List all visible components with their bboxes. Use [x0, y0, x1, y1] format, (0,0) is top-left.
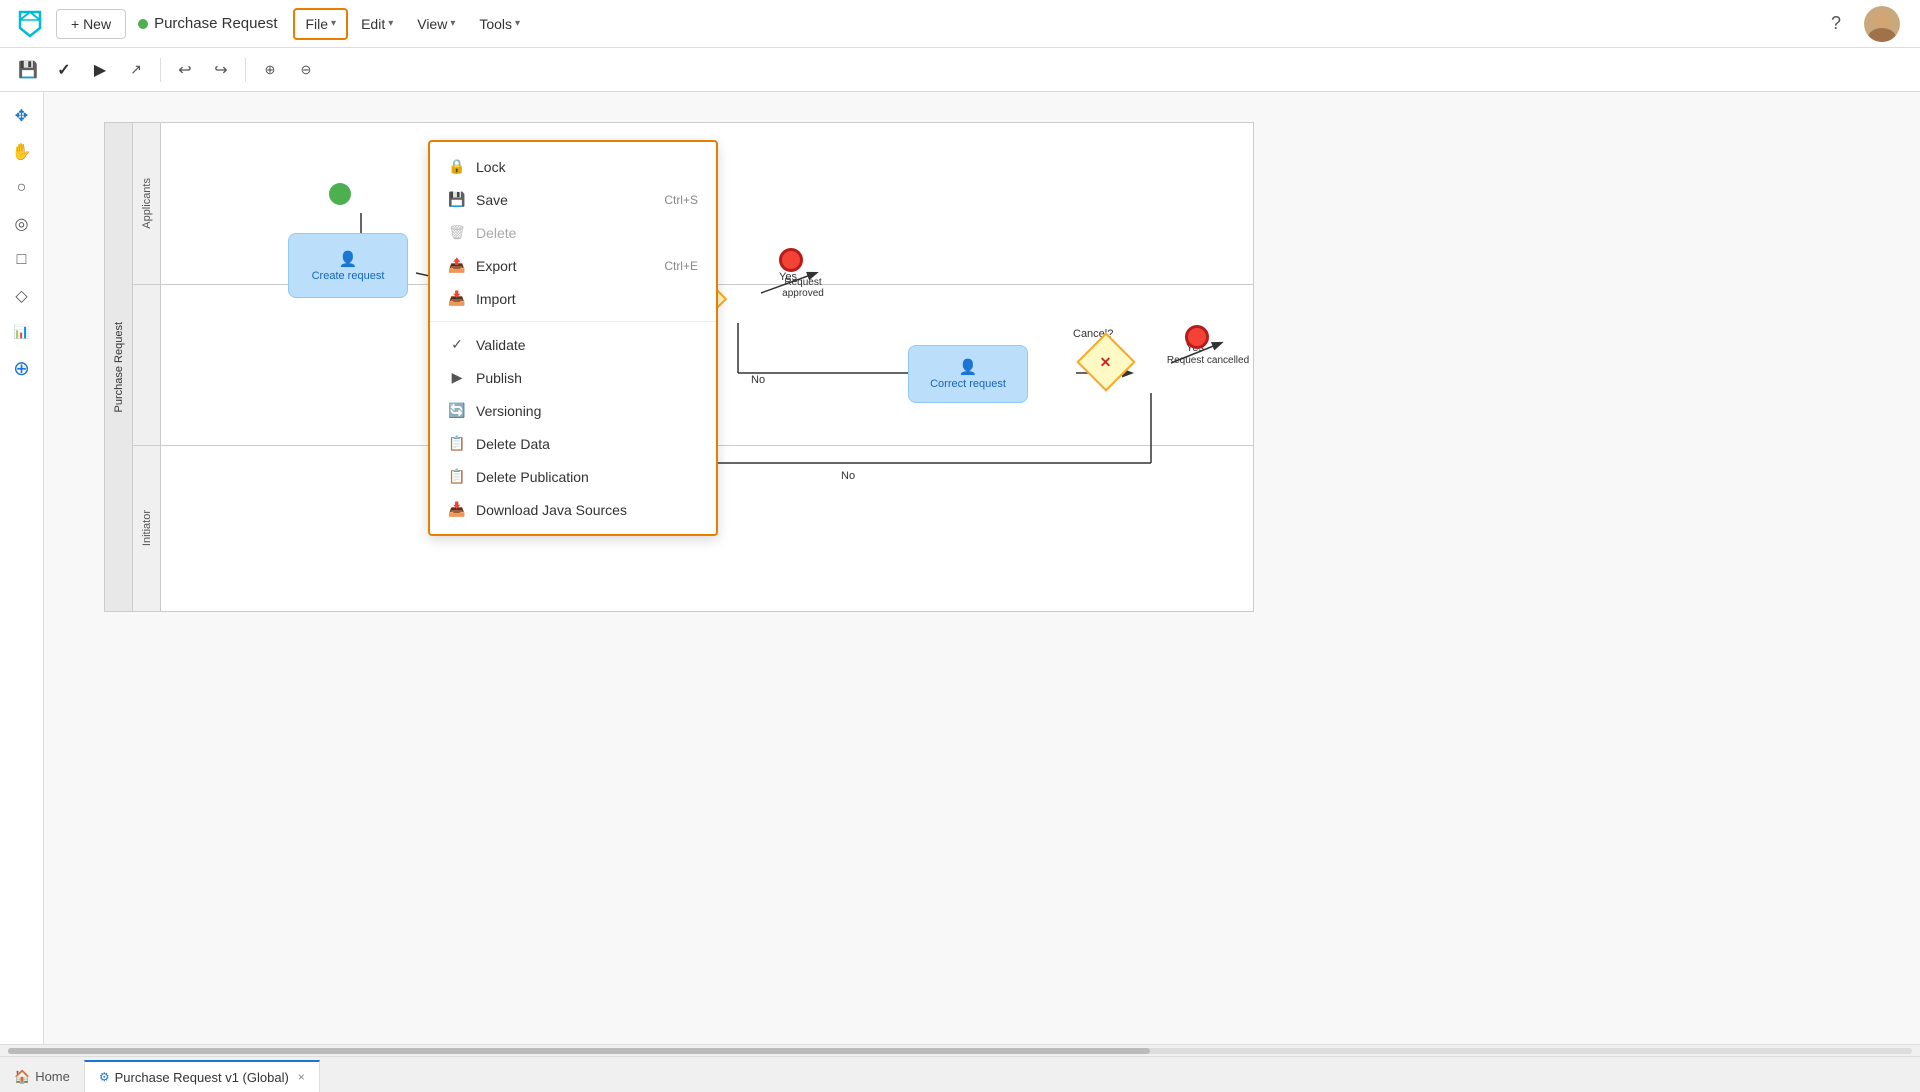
- document-title: Purchase Request: [138, 15, 277, 32]
- redo-button[interactable]: ↪: [205, 54, 237, 86]
- menu-separator-1: [430, 321, 716, 322]
- save-shortcut: Ctrl+S: [664, 193, 698, 207]
- chevron-down-icon: ▾: [388, 18, 393, 29]
- pool-label: Purchase Request: [113, 322, 125, 413]
- app-logo: [12, 6, 48, 42]
- main-area: ✥ ✋ ○ ◎ □ ◇ 📊 ⊕ Purchase Request: [0, 92, 1920, 1044]
- top-right-area: ?: [1820, 6, 1900, 42]
- lane-header-applicants: Applicants: [133, 123, 161, 284]
- left-panel: ✥ ✋ ○ ◎ □ ◇ 📊 ⊕: [0, 92, 44, 1044]
- export-icon: 📤: [448, 257, 466, 274]
- menu-item-export[interactable]: 📤 Export Ctrl+E: [430, 249, 716, 282]
- save-icon: 💾: [448, 191, 466, 208]
- task-correct-icon: 👤: [959, 358, 978, 376]
- menu-item-save[interactable]: 💾 Save Ctrl+S: [430, 183, 716, 216]
- menu-item-lock[interactable]: 🔒 Lock: [430, 150, 716, 183]
- versioning-icon: 🔄: [448, 402, 466, 419]
- menu-view[interactable]: View ▾: [406, 9, 466, 39]
- chevron-down-icon: ▾: [331, 18, 336, 29]
- tool-add[interactable]: ⊕: [6, 352, 38, 384]
- chevron-down-icon: ▾: [515, 18, 520, 29]
- top-bar: + New Purchase Request File ▾ Edit ▾ Vie…: [0, 0, 1920, 48]
- tab-close-button[interactable]: ×: [298, 1070, 305, 1084]
- delete-publication-icon: 📋: [448, 468, 466, 485]
- menu-item-delete-data[interactable]: 📋 Delete Data: [430, 427, 716, 460]
- tool-intermediate-event[interactable]: ◎: [6, 208, 38, 240]
- menu-item-versioning[interactable]: 🔄 Versioning: [430, 394, 716, 427]
- chevron-down-icon: ▾: [450, 18, 455, 29]
- scrollbar-area: [0, 1044, 1920, 1056]
- menu-bar: File ▾ Edit ▾ View ▾ Tools ▾: [293, 8, 531, 40]
- task-icon: 👤: [339, 250, 358, 268]
- task-create-request[interactable]: 👤 Create request: [288, 233, 408, 298]
- export-shortcut: Ctrl+E: [664, 259, 698, 273]
- menu-item-delete-publication[interactable]: 📋 Delete Publication: [430, 460, 716, 493]
- scrollbar-thumb[interactable]: [8, 1048, 1150, 1054]
- publish-icon: ▶: [448, 369, 466, 386]
- tab-home[interactable]: 🏠 Home: [0, 1060, 84, 1092]
- end-event-cancelled[interactable]: [1185, 325, 1209, 349]
- menu-item-publish[interactable]: ▶ Publish: [430, 361, 716, 394]
- menu-item-delete: 🗑 Delete: [430, 216, 716, 249]
- tool-move[interactable]: ✥: [6, 100, 38, 132]
- tool-task[interactable]: □: [6, 244, 38, 276]
- zoom-in-button[interactable]: ⊕: [254, 54, 286, 86]
- home-icon: 🏠: [14, 1069, 30, 1085]
- zoom-out-button[interactable]: ⊖: [290, 54, 322, 86]
- pool-header: Purchase Request: [105, 123, 133, 611]
- help-button[interactable]: ?: [1820, 8, 1852, 40]
- svg-text:No: No: [751, 374, 765, 386]
- label-approved: Request approved: [763, 277, 843, 299]
- label-cancelled: Request cancelled: [1163, 355, 1253, 366]
- undo-button[interactable]: ↩: [169, 54, 201, 86]
- lane-header-middle: [133, 284, 161, 445]
- toolbar: 💾 ✓ ▶ ↗ ↩ ↪ ⊕ ⊖: [0, 48, 1920, 92]
- user-avatar[interactable]: [1864, 6, 1900, 42]
- tool-data[interactable]: 📊: [6, 316, 38, 348]
- doc-status-dot: [138, 19, 148, 29]
- file-dropdown-menu: 🔒 Lock 💾 Save Ctrl+S 🗑 Delete 📤 Export C…: [428, 140, 718, 536]
- end-event-approved[interactable]: [779, 248, 803, 272]
- tool-gateway[interactable]: ◇: [6, 280, 38, 312]
- tool-hand[interactable]: ✋: [6, 136, 38, 168]
- menu-edit[interactable]: Edit ▾: [350, 9, 404, 39]
- task-label: Create request: [312, 270, 385, 282]
- toolbar-divider: [160, 58, 161, 82]
- menu-item-import[interactable]: 📥 Import: [430, 282, 716, 315]
- process-icon: ⚙: [99, 1070, 110, 1084]
- menu-item-validate[interactable]: ✓ Validate: [430, 328, 716, 361]
- lane-label-initiator: Initiator: [141, 510, 153, 546]
- download-java-icon: 📥: [448, 501, 466, 518]
- tool-start-event[interactable]: ○: [6, 172, 38, 204]
- start-event[interactable]: [329, 183, 351, 205]
- tab-purchase-request[interactable]: ⚙ Purchase Request v1 (Global) ×: [84, 1060, 320, 1092]
- validate-button[interactable]: ✓: [48, 54, 80, 86]
- run-button[interactable]: ▶: [84, 54, 116, 86]
- save-button[interactable]: 💾: [12, 54, 44, 86]
- canvas-area[interactable]: Purchase Request Applicants Initiator: [44, 92, 1920, 1044]
- bottom-tab-bar: 🏠 Home ⚙ Purchase Request v1 (Global) ×: [0, 1056, 1920, 1092]
- lane-label-applicants: Applicants: [141, 178, 153, 229]
- export-button[interactable]: ↗: [120, 54, 152, 86]
- menu-file[interactable]: File ▾: [293, 8, 348, 40]
- delete-data-icon: 📋: [448, 435, 466, 452]
- import-icon: 📥: [448, 290, 466, 307]
- lock-icon: 🔒: [448, 158, 466, 175]
- new-button[interactable]: + New: [56, 9, 126, 39]
- task-correct-label: Correct request: [930, 378, 1006, 390]
- horizontal-scrollbar[interactable]: [8, 1048, 1912, 1054]
- menu-tools[interactable]: Tools ▾: [468, 9, 531, 39]
- validate-icon: ✓: [448, 336, 466, 353]
- svg-text:No: No: [841, 470, 855, 482]
- toolbar-divider-2: [245, 58, 246, 82]
- delete-icon: 🗑: [448, 224, 466, 241]
- task-correct-request[interactable]: 👤 Correct request: [908, 345, 1028, 403]
- lane-header-initiator: Initiator: [133, 445, 161, 611]
- menu-item-download-java[interactable]: 📥 Download Java Sources: [430, 493, 716, 526]
